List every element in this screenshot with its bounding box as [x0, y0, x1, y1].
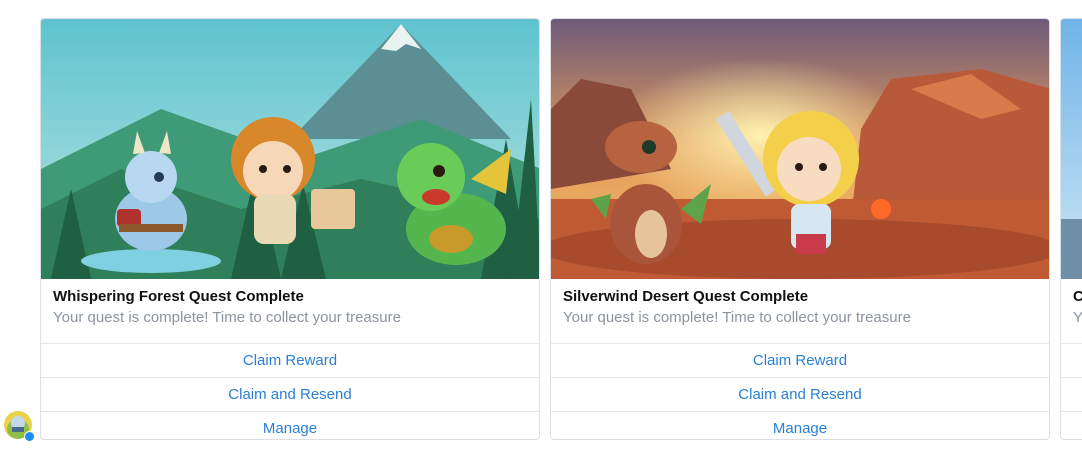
partial-action-row[interactable] — [1061, 411, 1082, 439]
quest-image-partial[interactable] — [1061, 19, 1082, 279]
manage-button[interactable]: Manage — [551, 411, 1049, 439]
claim-reward-button[interactable]: Claim Reward — [41, 343, 539, 377]
desert-scene-illustration — [551, 19, 1049, 279]
quest-image-desert[interactable] — [551, 19, 1049, 279]
partial-action-row[interactable] — [1061, 343, 1082, 377]
quest-feed: Whispering Forest Quest Complete Your qu… — [0, 0, 1082, 451]
manage-button[interactable]: Manage — [41, 411, 539, 439]
quest-card-whispering-forest: Whispering Forest Quest Complete Your qu… — [40, 18, 540, 440]
quest-title: Whispering Forest Quest Complete — [53, 288, 304, 305]
quest-card-silverwind-desert: Silverwind Desert Quest Complete Your qu… — [550, 18, 1050, 440]
quest-card-body: C Y — [1061, 279, 1082, 343]
online-status-badge — [24, 431, 35, 442]
quest-title: Silverwind Desert Quest Complete — [563, 288, 809, 305]
claim-reward-button[interactable]: Claim Reward — [551, 343, 1049, 377]
quest-image-forest[interactable] — [41, 19, 539, 279]
claim-and-resend-button[interactable]: Claim and Resend — [551, 377, 1049, 411]
partial-action-row[interactable] — [1061, 377, 1082, 411]
quest-card-body: Whispering Forest Quest Complete Your qu… — [41, 279, 539, 343]
quest-subtitle: Your quest is complete! Time to collect … — [53, 309, 401, 326]
forest-scene-illustration — [41, 19, 539, 279]
quest-card-body: Silverwind Desert Quest Complete Your qu… — [551, 279, 1049, 343]
quest-title: C — [1073, 288, 1082, 306]
quest-subtitle: Y — [1073, 308, 1082, 328]
claim-and-resend-button[interactable]: Claim and Resend — [41, 377, 539, 411]
sky-scene-illustration — [1061, 19, 1082, 279]
quest-card-partial: C Y — [1060, 18, 1082, 440]
quest-subtitle: Your quest is complete! Time to collect … — [563, 309, 911, 326]
